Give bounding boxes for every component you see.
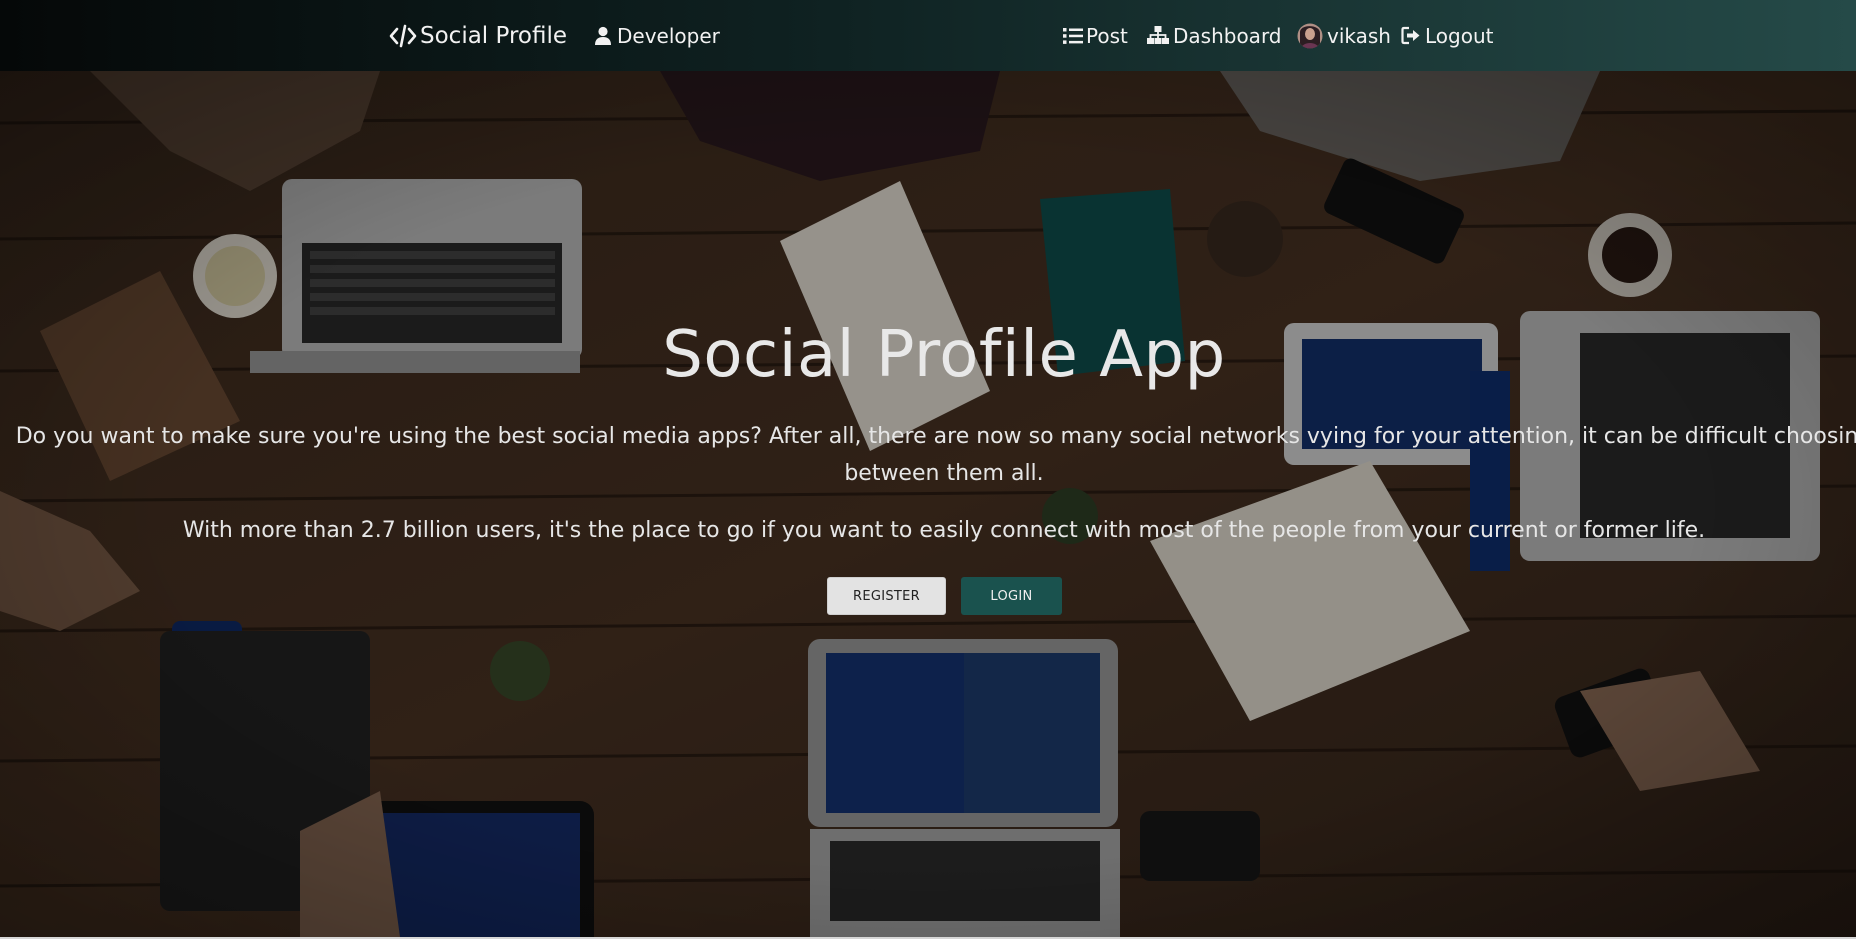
top-navbar: Social Profile Developer Post Dashboard	[0, 0, 1856, 71]
nav-developer-label: Developer	[617, 23, 720, 48]
nav-developer[interactable]: Developer	[594, 0, 720, 71]
hero-dark-overlay	[0, 71, 1856, 937]
hero-title: Social Profile App	[662, 318, 1226, 392]
avatar	[1297, 23, 1323, 48]
nav-user-label: vikash	[1327, 23, 1391, 48]
list-icon	[1063, 27, 1083, 44]
login-button[interactable]: LOGIN	[961, 577, 1062, 615]
nav-post-label: Post	[1086, 23, 1128, 48]
nav-dashboard[interactable]: Dashboard	[1147, 0, 1282, 71]
nav-dashboard-label: Dashboard	[1173, 23, 1282, 48]
sign-out-icon	[1401, 26, 1420, 45]
sitemap-icon	[1147, 26, 1169, 44]
register-button[interactable]: REGISTER	[827, 577, 946, 615]
nav-user-profile[interactable]: vikash	[1297, 0, 1391, 71]
hero-paragraph-2: With more than 2.7 billion users, it's t…	[182, 518, 1706, 543]
brand-link[interactable]: Social Profile	[388, 0, 567, 71]
user-icon	[595, 26, 611, 45]
hero-section	[0, 71, 1856, 937]
code-icon	[389, 24, 417, 47]
nav-post[interactable]: Post	[1063, 0, 1128, 71]
brand-label: Social Profile	[420, 22, 568, 49]
hero-paragraph-1: Do you want to make sure you're using th…	[15, 424, 1856, 486]
nav-logout-label: Logout	[1425, 23, 1494, 48]
nav-logout[interactable]: Logout	[1401, 0, 1493, 71]
